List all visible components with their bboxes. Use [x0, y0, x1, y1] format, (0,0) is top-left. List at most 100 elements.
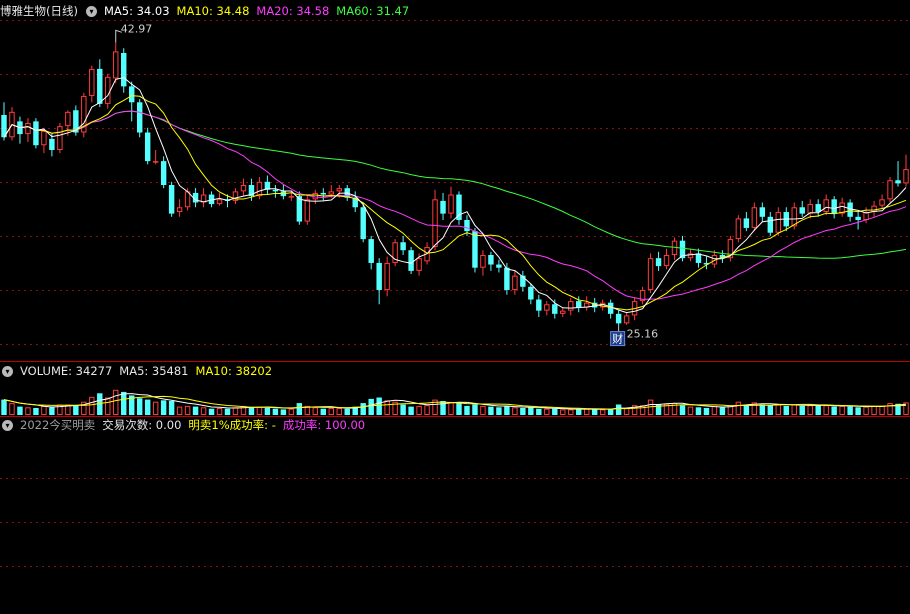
volume-bar	[839, 405, 845, 415]
volume-bar	[583, 408, 590, 416]
volume-ma5-label: MA5: 35481	[119, 364, 189, 378]
volume-bar	[416, 405, 422, 415]
volume-bar	[256, 406, 263, 416]
volume-bar	[711, 405, 718, 415]
candle-body	[504, 267, 510, 290]
candle-body	[368, 239, 374, 263]
volume-bar	[9, 403, 15, 416]
candle-body	[256, 181, 263, 197]
candle-body	[448, 194, 454, 214]
volume-panel-header: ▾ VOLUME: 34277 MA5: 35481 MA10: 38202	[0, 362, 279, 380]
chevron-down-icon[interactable]: ▾	[85, 5, 97, 17]
volume-bar	[320, 408, 327, 415]
volume-bar	[408, 406, 414, 415]
price-panel-header: 博雅生物(日线) ▾ MA5: 34.03 MA10: 34.48 MA20: …	[0, 2, 416, 20]
candle-body	[759, 207, 766, 217]
candle-body	[663, 254, 670, 267]
volume-bar	[105, 397, 111, 415]
candle-body	[807, 204, 813, 214]
volume-bar	[400, 404, 406, 415]
volume-bar	[703, 408, 710, 415]
candle-body	[57, 126, 63, 151]
volume-label: VOLUME: 34277	[20, 364, 113, 378]
volume-bar	[288, 408, 295, 416]
volume-bar	[831, 406, 837, 415]
volume-bar	[192, 406, 199, 415]
volume-bar	[272, 408, 279, 415]
volume-bar	[41, 405, 47, 415]
candle-body	[751, 207, 758, 228]
sell-rate-label: 明卖1%成功率: -	[188, 418, 276, 432]
candle-body	[855, 216, 861, 220]
candle-body	[65, 111, 71, 127]
candle-body	[536, 299, 542, 311]
candle-body	[655, 258, 662, 267]
volume-bar	[568, 409, 574, 415]
candle-body	[799, 207, 805, 214]
candle-body	[152, 161, 159, 163]
volume-bar	[528, 407, 534, 415]
volume-bar	[536, 408, 542, 415]
volume-bar	[552, 408, 558, 415]
volume-bar	[576, 409, 582, 415]
indicator-name: 2022今买明卖	[20, 418, 96, 432]
volume-bar	[871, 405, 877, 415]
volume-bar	[615, 404, 622, 415]
volume-bar	[775, 404, 782, 415]
candle-body	[440, 200, 446, 214]
volume-bar	[89, 396, 95, 415]
candle-body	[647, 258, 654, 290]
candle-body	[336, 188, 342, 192]
volume-bar	[799, 405, 805, 415]
volume-bar	[855, 407, 861, 415]
candle-body	[320, 192, 327, 195]
candle-body	[400, 242, 406, 251]
candle-body	[288, 196, 295, 198]
volume-bar	[719, 407, 726, 415]
volume-bar	[152, 401, 159, 416]
volume-bar	[695, 407, 702, 415]
volume-bar	[17, 406, 23, 415]
volume-bar	[73, 405, 79, 415]
volume-bar	[544, 408, 550, 416]
candle-body	[767, 216, 774, 233]
candle-body	[33, 121, 39, 146]
volume-bar	[512, 407, 518, 415]
stock-chart[interactable]: 42.9725.16财$	[0, 0, 910, 614]
volume-bar	[280, 409, 287, 415]
volume-bar	[735, 401, 742, 416]
candle-body	[887, 180, 893, 200]
candle-body	[903, 169, 909, 184]
volume-bar	[224, 408, 231, 415]
candle-body	[895, 180, 901, 184]
chevron-down-icon[interactable]: ▾	[2, 365, 13, 377]
volume-bar	[879, 405, 885, 415]
volume-bar	[49, 407, 55, 415]
volume-ma10-label: MA10: 38202	[195, 364, 273, 378]
candle-body	[168, 185, 175, 214]
volume-bar	[520, 408, 526, 415]
volume-bar	[160, 400, 167, 415]
candle-body	[432, 199, 438, 248]
candle-body	[304, 199, 311, 222]
candle-body	[416, 258, 422, 271]
candle-body	[376, 262, 382, 290]
success-rate-label: 成功率: 100.00	[282, 418, 366, 432]
candle-body	[871, 205, 877, 213]
candle-body	[568, 301, 574, 311]
volume-bar	[464, 405, 470, 415]
volume-bar	[33, 408, 39, 415]
candle-body	[863, 212, 869, 220]
chevron-down-icon[interactable]: ▾	[2, 419, 13, 431]
candle-body	[136, 102, 143, 133]
volume-bar	[176, 406, 183, 416]
volume-bar	[480, 405, 486, 415]
volume-bar	[376, 397, 382, 415]
volume-bar	[783, 405, 789, 415]
volume-bar	[560, 409, 566, 415]
finance-badge-text: 财	[612, 332, 623, 346]
ma20-line	[3, 110, 907, 300]
candle-body	[105, 76, 111, 104]
volume-bar	[456, 403, 462, 415]
candle-body	[128, 86, 135, 103]
